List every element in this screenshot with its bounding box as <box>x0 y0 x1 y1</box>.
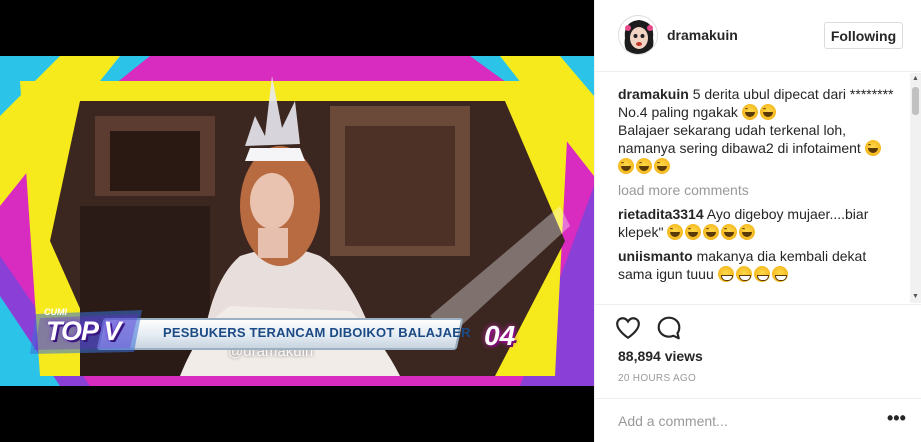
list-item: rietadita3314 Ayo digeboy mujaer....biar… <box>618 205 903 241</box>
grinning-emoji-icon <box>717 266 734 282</box>
logo-big-text: TOP V <box>46 316 122 346</box>
post-username[interactable]: dramakuin <box>667 27 738 43</box>
post-side-panel: dramakuin Following dramakuin 5 derita u… <box>594 0 921 442</box>
grinning-emoji-icon <box>771 266 788 282</box>
laughing-emoji-icon <box>654 158 670 174</box>
rank-number-badge: 04 <box>484 320 516 351</box>
caption-comment: dramakuin 5 derita ubul dipecat dari ***… <box>618 85 903 175</box>
comment-username[interactable]: uniismanto <box>618 248 693 264</box>
laughing-emoji-icon <box>618 158 634 174</box>
laughing-emoji-icon <box>864 140 881 156</box>
comment-username[interactable]: dramakuin <box>618 86 689 102</box>
laughing-emoji-icon <box>667 224 684 240</box>
video-player[interactable]: @dramakuin PESBUKERS TERANCAM DIBOIKOT B… <box>0 0 594 442</box>
laughing-emoji-icon <box>759 104 776 120</box>
laughing-emoji-icon <box>703 224 720 240</box>
avatar[interactable] <box>618 15 658 55</box>
comment-text-continued: Balajaer sekarang udah terkenal loh, nam… <box>618 122 861 156</box>
post-header: dramakuin Following <box>595 0 921 72</box>
laughing-emoji-icon <box>739 224 756 240</box>
laughing-emoji-icon <box>685 224 702 240</box>
add-comment-bar: ••• <box>595 398 921 442</box>
comments-list[interactable]: dramakuin 5 derita ubul dipecat dari ***… <box>618 85 903 303</box>
scroll-up-arrow-icon[interactable]: ▲ <box>910 73 921 85</box>
heart-icon[interactable] <box>615 315 641 341</box>
speech-bubble-icon[interactable] <box>656 315 682 341</box>
comments-scrollbar[interactable]: ▲ ▼ <box>910 73 921 303</box>
post-timestamp[interactable]: 20 HOURS AGO <box>618 373 696 384</box>
laughing-emoji-icon <box>721 224 738 240</box>
scroll-down-arrow-icon[interactable]: ▼ <box>910 291 921 303</box>
ellipsis-icon[interactable]: ••• <box>887 409 906 431</box>
grinning-emoji-icon <box>753 266 770 282</box>
laughing-emoji-icon <box>636 158 652 174</box>
following-button[interactable]: Following <box>824 22 903 49</box>
view-count: 88,894 views <box>618 348 703 364</box>
add-comment-input[interactable] <box>618 411 868 431</box>
load-more-comments-link[interactable]: load more comments <box>618 181 903 199</box>
avatar-cartoon-icon <box>619 16 657 54</box>
grinning-emoji-icon <box>735 266 752 282</box>
list-item: uniismanto makanya dia kembali dekat sam… <box>618 247 903 283</box>
laughing-emoji-icon <box>741 104 758 120</box>
scrollbar-thumb[interactable] <box>912 87 919 115</box>
news-ticker-text: PESBUKERS TERANCAM DIBOIKOT BALAJAER <box>163 325 471 340</box>
post-actions: 88,894 views 20 HOURS AGO <box>595 304 921 394</box>
comment-username[interactable]: rietadita3314 <box>618 206 704 222</box>
